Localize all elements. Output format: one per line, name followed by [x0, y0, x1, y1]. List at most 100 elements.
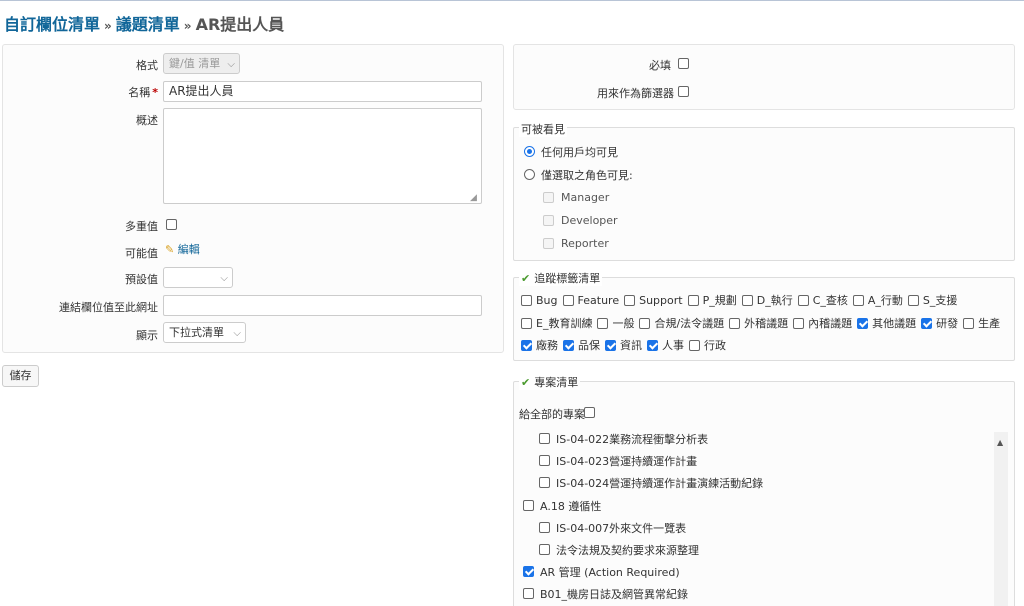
tracker-checkbox[interactable]	[797, 295, 809, 306]
save-button[interactable]: 儲存	[2, 365, 39, 387]
name-input[interactable]: AR提出人員	[163, 81, 482, 102]
tracker-label: Support	[639, 294, 683, 307]
tracker-item[interactable]: S_支援	[906, 293, 957, 309]
tracker-checkbox[interactable]	[562, 295, 574, 306]
check-icon[interactable]: ✔	[521, 376, 530, 389]
tracker-checkbox[interactable]	[921, 318, 933, 329]
project-list-item[interactable]: IS-04-023營運持續運作計畫	[539, 453, 697, 469]
tracker-label: 研發	[936, 317, 959, 330]
breadcrumb-issues[interactable]: 議題清單	[116, 15, 180, 34]
breadcrumb-separator: »	[183, 19, 192, 33]
tracker-item[interactable]: 資訊	[603, 338, 642, 354]
project-checkbox[interactable]	[523, 566, 534, 578]
tracker-checkbox[interactable]	[521, 295, 532, 306]
tracker-item[interactable]: 一般	[595, 316, 634, 332]
edit-link-text[interactable]: 編輯	[178, 243, 200, 256]
tracker-checkbox[interactable]	[624, 295, 636, 306]
edit-link[interactable]: ✎ 編輯	[165, 241, 200, 257]
filter-checkbox[interactable]	[678, 86, 689, 97]
format-label: 格式	[136, 59, 158, 72]
project-checkbox[interactable]	[539, 433, 550, 444]
visibility-roles-radio[interactable]	[524, 169, 535, 180]
url-input[interactable]	[163, 295, 482, 316]
project-label: B01_機房日誌及網管異常紀錄	[540, 588, 689, 602]
tracker-checkbox[interactable]	[907, 295, 919, 306]
project-checkbox[interactable]	[523, 588, 534, 600]
project-label: AR 管理 (Action Required)	[540, 566, 680, 580]
url-label: 連結欄位值至此網址	[59, 301, 158, 314]
projects-scrollbar[interactable]: ▲	[994, 432, 1008, 606]
project-checkbox[interactable]	[539, 544, 550, 555]
tracker-item[interactable]: 人事	[645, 338, 684, 354]
name-label: 名稱 *	[60, 84, 158, 100]
project-list-item[interactable]: B01_機房日誌及網管異常紀錄	[523, 586, 688, 602]
role-checkbox-reporter[interactable]	[543, 238, 554, 249]
default-select[interactable]: ⌵	[163, 267, 233, 288]
multiple-label: 多重值	[125, 220, 158, 233]
description-textarea[interactable]	[163, 108, 482, 204]
breadcrumb-custom-fields[interactable]: 自訂欄位清單	[4, 15, 100, 34]
tracker-checkbox[interactable]	[857, 318, 869, 329]
check-icon[interactable]: ✔	[521, 272, 530, 285]
tracker-item[interactable]: 其他議題	[855, 316, 916, 332]
scroll-up-arrow-icon[interactable]: ▲	[997, 438, 1003, 447]
tracker-item[interactable]: A_行動	[851, 293, 903, 309]
tracker-checkbox[interactable]	[741, 295, 753, 306]
tracker-label: 人事	[662, 339, 684, 352]
project-checkbox[interactable]	[539, 477, 550, 489]
display-select[interactable]: 下拉式清單 ⌵	[163, 322, 246, 343]
tracker-checkbox[interactable]	[597, 318, 609, 329]
tracker-item[interactable]: 內稽議題	[791, 316, 852, 332]
tracker-item[interactable]: 合規/法令議題	[637, 316, 724, 332]
tracker-item[interactable]: P_規劃	[686, 293, 737, 309]
project-checkbox[interactable]	[539, 455, 550, 467]
tracker-item[interactable]: Bug	[519, 293, 558, 309]
projects-list[interactable]: IS-04-022業務流程衝擊分析表 IS-04-023營運持續運作計畫 IS-04…	[514, 432, 1010, 606]
tracker-checkbox[interactable]	[963, 318, 975, 329]
tracker-checkbox[interactable]	[687, 295, 699, 306]
tracker-label: E_教育訓練	[536, 317, 593, 330]
tracker-checkbox[interactable]	[563, 340, 574, 351]
project-list-item[interactable]: A.18 遵循性	[523, 498, 601, 514]
multiple-checkbox[interactable]	[166, 219, 177, 230]
tracker-item[interactable]: 廠務	[519, 338, 558, 354]
tracker-item[interactable]: D_執行	[740, 293, 793, 309]
tracker-checkbox[interactable]	[793, 318, 805, 329]
role-checkbox-developer[interactable]	[543, 215, 554, 226]
all-projects-checkbox[interactable]	[584, 407, 595, 418]
project-list-item[interactable]: IS-04-022業務流程衝擊分析表	[539, 432, 708, 447]
tracker-label: 行政	[704, 339, 726, 352]
breadcrumb: 自訂欄位清單» 議題清單» AR提出人員	[4, 11, 284, 35]
tracker-item[interactable]: 行政	[687, 338, 726, 354]
tracker-checkbox[interactable]	[852, 295, 864, 306]
project-list-item[interactable]: 法令法規及契約要求來源整理	[539, 542, 699, 558]
project-label: IS-04-024營運持續運作計畫演練活動紀錄	[556, 477, 764, 491]
visibility-all-radio[interactable]	[524, 146, 535, 157]
format-select: 鍵/值 清單 ⌵	[163, 53, 240, 74]
tracker-item[interactable]: 品保	[561, 338, 600, 354]
project-checkbox[interactable]	[523, 499, 534, 511]
resize-handle-icon[interactable]: ◢	[470, 193, 477, 203]
tracker-checkbox[interactable]	[689, 340, 700, 351]
tracker-label: 生產	[978, 317, 1001, 330]
tracker-item[interactable]: Feature	[561, 293, 619, 309]
tracker-item[interactable]: E_教育訓練	[519, 316, 592, 332]
required-checkbox[interactable]	[678, 58, 689, 69]
tracker-item[interactable]: 外稽議題	[727, 316, 788, 332]
project-list-item[interactable]: IS-04-007外來文件一覽表	[539, 520, 686, 536]
tracker-checkbox[interactable]	[639, 318, 651, 329]
tracker-checkbox[interactable]	[521, 318, 532, 329]
tracker-checkbox[interactable]	[647, 340, 658, 351]
tracker-item[interactable]: Support	[622, 293, 683, 309]
project-list-item[interactable]: IS-04-024營運持續運作計畫演練活動紀錄	[539, 475, 763, 491]
tracker-checkbox[interactable]	[729, 318, 741, 329]
project-list-item[interactable]: AR 管理 (Action Required)	[523, 564, 680, 580]
tracker-checkbox[interactable]	[605, 340, 616, 351]
tracker-checkbox[interactable]	[521, 340, 532, 351]
tracker-item[interactable]: 生產	[961, 316, 1000, 332]
project-checkbox[interactable]	[539, 521, 550, 533]
tracker-item[interactable]: 研發	[919, 316, 958, 332]
role-checkbox-manager[interactable]	[543, 192, 554, 203]
tracker-item[interactable]: C_查核	[796, 293, 848, 309]
tracker-label: S_支援	[922, 294, 958, 307]
